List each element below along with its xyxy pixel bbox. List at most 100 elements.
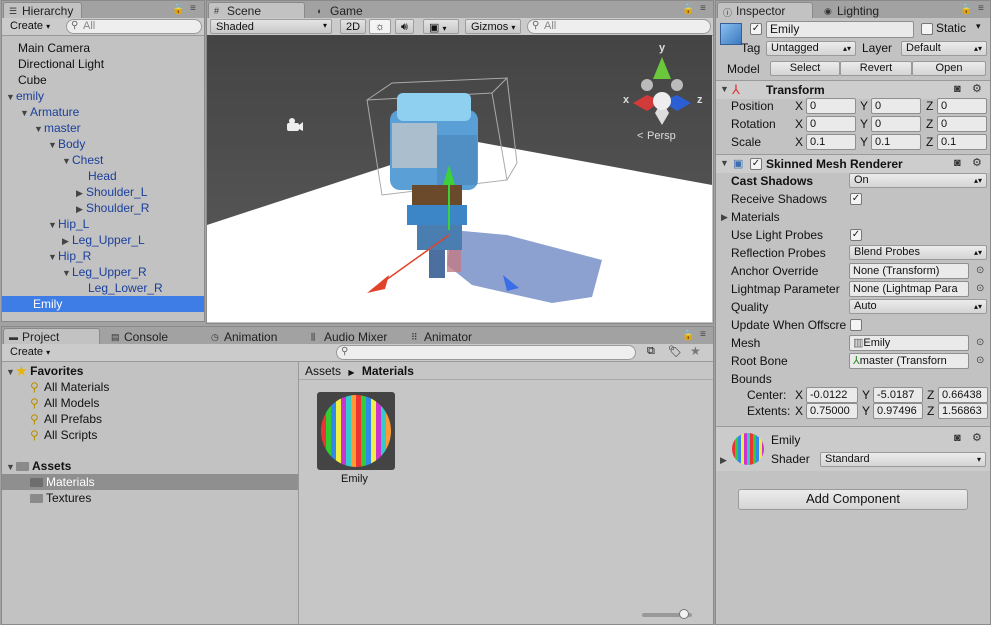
x-axis-label[interactable]: X — [795, 133, 803, 151]
create-dropdown[interactable]: Create ▾ — [5, 19, 55, 34]
expand-arrow-icon[interactable]: ▶ — [76, 201, 86, 217]
assets-header[interactable]: ▼ Assets — [6, 458, 71, 474]
shading-mode-dropdown[interactable]: Shaded ▾ — [210, 19, 332, 34]
hierarchy-item-armature[interactable]: ▼Armature — [2, 104, 204, 120]
y-axis-label[interactable]: Y — [860, 97, 868, 115]
zoom-slider[interactable] — [642, 609, 692, 619]
cast-shadows-dropdown[interactable]: On ▴▾ — [849, 173, 987, 188]
tab-audio-mixer[interactable]: ⫼ Audio Mixer — [305, 328, 396, 344]
hierarchy-item-chest[interactable]: ▼Chest — [2, 152, 204, 168]
favorite-all-prefabs[interactable]: ⚲ All Prefabs — [30, 411, 102, 427]
asset-thumbnail[interactable] — [317, 392, 395, 470]
rotation-z-field[interactable]: 0 — [937, 116, 987, 132]
panel-menu-icon[interactable]: ≡ — [190, 3, 196, 14]
hierarchy-item-cube[interactable]: Cube — [2, 72, 204, 88]
object-picker-icon[interactable]: ⊙ — [976, 352, 984, 370]
expand-arrow-icon[interactable]: ▼ — [6, 459, 16, 475]
object-picker-icon[interactable]: ⊙ — [976, 280, 984, 298]
anchor-override-field[interactable]: None (Transform) — [849, 263, 969, 279]
x-axis-label[interactable]: X — [795, 115, 803, 133]
expand-arrow-icon[interactable]: ▼ — [48, 137, 58, 153]
expand-arrow-icon[interactable]: ▼ — [6, 89, 16, 105]
hierarchy-item-directional-light[interactable]: Directional Light — [2, 56, 204, 72]
scale-z-field[interactable]: 0.1 — [937, 134, 987, 150]
expand-arrow-icon[interactable]: ▼ — [720, 158, 730, 168]
expand-arrow-icon[interactable]: ▶ — [720, 455, 727, 466]
extents-z-field[interactable]: 1.56863 — [938, 403, 988, 419]
tab-project[interactable]: ▬ Project — [3, 328, 100, 344]
tab-hierarchy[interactable]: ☰ Hierarchy — [3, 2, 83, 18]
quality-dropdown[interactable]: Auto ▴▾ — [849, 299, 987, 314]
rotation-y-field[interactable]: 0 — [871, 116, 921, 132]
favorites-header[interactable]: ▼★ Favorites — [6, 363, 83, 379]
x-axis-label[interactable]: X — [795, 97, 803, 115]
rotation-x-field[interactable]: 0 — [806, 116, 856, 132]
update-offscreen-checkbox[interactable] — [850, 319, 862, 331]
breadcrumb-materials[interactable]: Materials — [362, 364, 414, 378]
center-y-field[interactable]: -5.0187 — [873, 387, 923, 403]
expand-arrow-icon[interactable]: ▼ — [62, 153, 72, 169]
hierarchy-item-leg-upper-l[interactable]: ▶ Leg_Upper_L — [2, 232, 204, 248]
position-y-field[interactable]: 0 — [871, 98, 921, 114]
layer-dropdown[interactable]: Default ▴▾ — [901, 41, 987, 56]
tag-dropdown[interactable]: Untagged ▴▾ — [766, 41, 856, 56]
tab-scene[interactable]: # Scene — [208, 2, 305, 18]
settings-gear-icon[interactable]: ⚙ — [972, 156, 982, 169]
2d-toggle[interactable]: 2D — [340, 19, 367, 34]
hierarchy-item-shoulder-l[interactable]: ▶ Shoulder_L — [2, 184, 204, 200]
expand-arrow-icon[interactable]: ▼ — [6, 364, 16, 380]
expand-arrow-icon[interactable]: ▼ — [720, 84, 730, 94]
expand-arrow-icon[interactable]: ▼ — [34, 121, 44, 137]
settings-gear-icon[interactable]: ⚙ — [972, 82, 982, 95]
expand-arrow-icon[interactable]: ▶ — [62, 233, 72, 249]
expand-arrow-icon[interactable]: ▼ — [48, 249, 58, 265]
static-dropdown-icon[interactable]: ▾ — [976, 21, 981, 32]
y-axis-label[interactable]: Y — [860, 133, 868, 151]
favorite-all-scripts[interactable]: ⚲ All Scripts — [30, 427, 97, 443]
breadcrumb-assets[interactable]: Assets — [305, 364, 341, 378]
center-x-field[interactable]: -0.0122 — [806, 387, 858, 403]
extents-x-field[interactable]: 0.75000 — [806, 403, 858, 419]
hierarchy-item-emily-mesh[interactable]: Emily — [2, 296, 204, 312]
static-checkbox[interactable] — [921, 23, 933, 35]
favorite-all-materials[interactable]: ⚲ All Materials — [30, 379, 109, 395]
add-component-button[interactable]: Add Component — [738, 489, 968, 510]
hierarchy-item-leg-upper-r[interactable]: ▼Leg_Upper_R — [2, 264, 204, 280]
settings-gear-icon[interactable]: ⚙ — [972, 431, 982, 444]
model-open-button[interactable]: Open — [912, 61, 986, 76]
expand-arrow-icon[interactable]: ▶ — [76, 185, 86, 201]
create-dropdown[interactable]: Create ▾ — [5, 345, 55, 360]
lock-icon[interactable]: 🔒 — [172, 4, 184, 15]
folder-materials[interactable]: Materials — [2, 474, 298, 490]
mesh-field[interactable]: ▥Emily — [849, 335, 969, 351]
root-bone-field[interactable]: ⅄master (Transforn — [849, 353, 969, 369]
help-icon[interactable]: ◙ — [954, 83, 961, 95]
hierarchy-search-input[interactable]: ⚲ All — [66, 19, 202, 34]
active-checkbox[interactable]: ✓ — [750, 23, 762, 35]
reflection-probes-dropdown[interactable]: Blend Probes ▴▾ — [849, 245, 987, 260]
y-axis-label[interactable]: Y — [862, 402, 870, 420]
object-picker-icon[interactable]: ⊙ — [976, 334, 984, 352]
help-icon[interactable]: ◙ — [954, 432, 961, 444]
position-z-field[interactable]: 0 — [937, 98, 987, 114]
project-search-input[interactable]: ⚲ — [336, 345, 636, 360]
model-revert-button[interactable]: Revert — [840, 61, 912, 76]
scene-viewport[interactable]: y x z < Persp — [207, 35, 712, 322]
expand-arrow-icon[interactable]: ▼ — [48, 217, 58, 233]
expand-arrow-icon[interactable]: ▼ — [62, 265, 72, 281]
hierarchy-item-master[interactable]: ▼master — [2, 120, 204, 136]
folder-textures[interactable]: Textures — [30, 490, 91, 506]
panel-menu-icon[interactable]: ≡ — [700, 3, 706, 14]
hierarchy-item-shoulder-r[interactable]: ▶ Shoulder_R — [2, 200, 204, 216]
center-z-field[interactable]: 0.66438 — [938, 387, 988, 403]
object-picker-icon[interactable]: ⊙ — [976, 262, 984, 280]
z-axis-label[interactable]: Z — [926, 97, 933, 115]
shader-dropdown[interactable]: Standard ▾ — [820, 452, 986, 467]
filter-by-label-icon[interactable]: 🏷︎ — [668, 345, 682, 358]
scale-y-field[interactable]: 0.1 — [871, 134, 921, 150]
z-axis-label[interactable]: Z — [926, 115, 933, 133]
hierarchy-item-hip-l[interactable]: ▼Hip_L — [2, 216, 204, 232]
position-x-field[interactable]: 0 — [806, 98, 856, 114]
expand-arrow-icon[interactable]: ▶ — [721, 208, 731, 226]
zoom-slider-thumb[interactable] — [679, 609, 689, 619]
